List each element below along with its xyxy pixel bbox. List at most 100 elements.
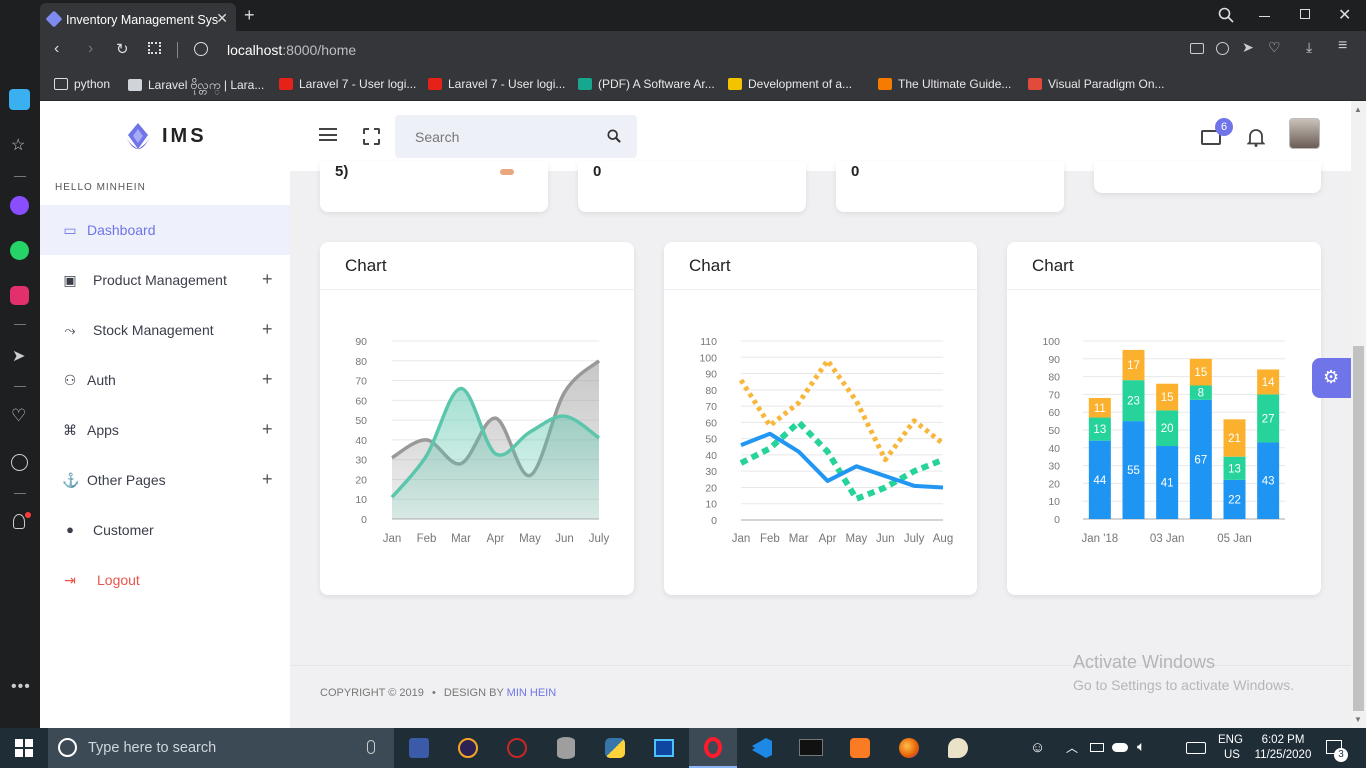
scroll-down-arrow[interactable]: ▼ [1354, 715, 1362, 724]
windows-start-icon[interactable] [15, 739, 33, 757]
home-icon[interactable] [9, 89, 30, 110]
sidebar-item-apps[interactable]: ⌘ Apps + [40, 405, 290, 455]
data-label: 13 [1093, 424, 1106, 436]
people-icon[interactable]: ☺ [1030, 739, 1045, 756]
sidebar-item-logout[interactable]: ⇥ Logout [40, 555, 290, 605]
sidebar-item-dashboard[interactable]: ▭ Dashboard [40, 205, 290, 255]
volume-icon[interactable]: 🔈︎ [1137, 738, 1145, 755]
pinned-app-vscode-icon[interactable] [738, 728, 786, 768]
camera-icon[interactable] [1190, 43, 1204, 54]
youtube-icon [428, 78, 442, 90]
expand-icon[interactable]: + [262, 419, 273, 440]
sidebar-item-stock-management[interactable]: ⤳ Stock Management + [40, 305, 290, 355]
more-icon[interactable]: ••• [11, 678, 31, 696]
heart-icon[interactable]: ♡ [11, 406, 26, 426]
battery-icon[interactable] [1090, 743, 1104, 752]
y-tick-label: 60 [705, 417, 717, 429]
sidebar-item-other-pages[interactable]: ⚓ Other Pages + [40, 455, 290, 505]
whatsapp-icon[interactable] [10, 241, 29, 260]
expand-icon[interactable]: + [262, 369, 273, 390]
bookmark-item[interactable]: Laravel 7 - User logi... [279, 77, 416, 91]
forward-icon[interactable]: › [88, 40, 93, 58]
page-scrollbar[interactable]: ▲ ▼ [1351, 101, 1366, 728]
adblock-icon[interactable] [1216, 42, 1229, 55]
new-tab-icon[interactable]: + [244, 5, 255, 26]
avatar[interactable] [1289, 118, 1320, 149]
settings-button[interactable]: ⚙ [1312, 358, 1351, 398]
lightbulb-icon[interactable] [13, 514, 25, 529]
reload-icon[interactable]: ↻ [116, 40, 129, 58]
bookmark-item[interactable]: Development of a... [728, 77, 852, 91]
messenger-icon[interactable] [10, 196, 29, 215]
maximize-window-icon[interactable] [1300, 9, 1310, 19]
show-hidden-icons[interactable]: ︿ [1066, 739, 1078, 756]
taskbar-search-box[interactable]: Type here to search [48, 728, 394, 768]
author-link[interactable]: MIN HEIN [507, 687, 557, 699]
search-box[interactable]: Search [395, 115, 637, 158]
bookmark-item[interactable]: Visual Paradigm On... [1028, 77, 1165, 91]
bookmark-item[interactable]: Laravel ဗိုလ္တက္ | Lara... [128, 77, 264, 95]
y-tick-label: 90 [1048, 354, 1060, 366]
heart-icon[interactable]: ♡ [1268, 39, 1281, 56]
pinned-app-xampp-icon[interactable] [836, 728, 884, 768]
clock[interactable]: 6:02 PM 11/25/2020 [1252, 733, 1314, 763]
divider [14, 386, 26, 387]
close-window-icon[interactable]: ✕ [1338, 5, 1351, 25]
hamburger-icon[interactable] [319, 128, 337, 141]
back-icon[interactable]: ‹ [54, 40, 59, 58]
language-indicator[interactable]: ENG US [1218, 733, 1243, 763]
keyboard-icon[interactable] [1186, 742, 1206, 754]
bookmark-item[interactable]: (PDF) A Software Ar... [578, 77, 715, 91]
download-icon[interactable]: ⤓ [1306, 39, 1312, 56]
menu-icon[interactable]: ≡ [1338, 37, 1347, 55]
pinned-app-python-icon[interactable] [591, 728, 639, 768]
anchor-icon: ⚓ [62, 472, 80, 488]
send-icon[interactable]: ➤ [1242, 39, 1254, 56]
cloud-icon[interactable] [1112, 743, 1128, 752]
copyright: COPYRIGHT © 2019 [320, 687, 424, 699]
bookmark-item[interactable]: The Ultimate Guide... [878, 77, 1011, 91]
bookmark-item[interactable]: python [54, 77, 110, 91]
expand-icon[interactable]: + [262, 469, 273, 490]
sidebar-item-auth[interactable]: ⚇ Auth + [40, 355, 290, 405]
star-icon[interactable]: ☆ [11, 135, 25, 155]
send-icon[interactable]: ➤ [12, 346, 25, 366]
pinned-app-netbeans-icon[interactable] [395, 728, 443, 768]
instagram-icon[interactable] [10, 286, 29, 305]
minimize-window-icon[interactable] [1259, 16, 1270, 17]
browser-tab-active[interactable]: Inventory Management Sys ✕ [40, 3, 236, 31]
scroll-up-arrow[interactable]: ▲ [1354, 105, 1362, 114]
data-label: 14 [1262, 377, 1275, 389]
expand-icon[interactable]: + [262, 269, 273, 290]
pinned-app-paint-icon[interactable] [934, 728, 982, 768]
search-input[interactable]: Search [415, 129, 459, 145]
scroll-thumb[interactable] [1353, 346, 1364, 711]
y-tick-label: 50 [1048, 425, 1060, 437]
logo[interactable]: IMS [122, 121, 242, 151]
pinned-app-window-icon[interactable] [640, 728, 688, 768]
microphone-icon[interactable] [367, 740, 375, 754]
taskbar-search-input[interactable]: Type here to search [88, 740, 216, 756]
pinned-app-spider-icon[interactable] [493, 728, 541, 768]
search-icon[interactable] [607, 129, 621, 143]
url-field[interactable]: localhost:8000/home [227, 42, 356, 58]
y-tick-label: 0 [711, 515, 717, 527]
pinned-app-opera-icon[interactable] [689, 728, 737, 768]
pinned-app-firefox-icon[interactable] [885, 728, 933, 768]
data-label: 27 [1262, 413, 1275, 425]
bookmark-item[interactable]: Laravel 7 - User logi... [428, 77, 565, 91]
sidebar-item-product-management[interactable]: ▣ Product Management + [40, 255, 290, 305]
pinned-app-database-icon[interactable] [542, 728, 590, 768]
sidebar-item-customer[interactable]: ● Customer [40, 505, 290, 555]
x-tick-label: July [589, 533, 610, 545]
bell-icon[interactable] [1247, 128, 1265, 147]
data-label: 20 [1161, 423, 1174, 435]
expand-icon[interactable]: + [262, 319, 273, 340]
pinned-app-eclipse-icon[interactable] [444, 728, 492, 768]
search-tabs-icon[interactable] [1218, 7, 1234, 23]
tab-grid-icon[interactable] [148, 42, 161, 54]
fullscreen-icon[interactable] [363, 128, 380, 145]
history-icon[interactable] [11, 454, 28, 471]
pinned-app-terminal-icon[interactable] [787, 728, 835, 768]
close-tab-icon[interactable]: ✕ [216, 10, 228, 27]
